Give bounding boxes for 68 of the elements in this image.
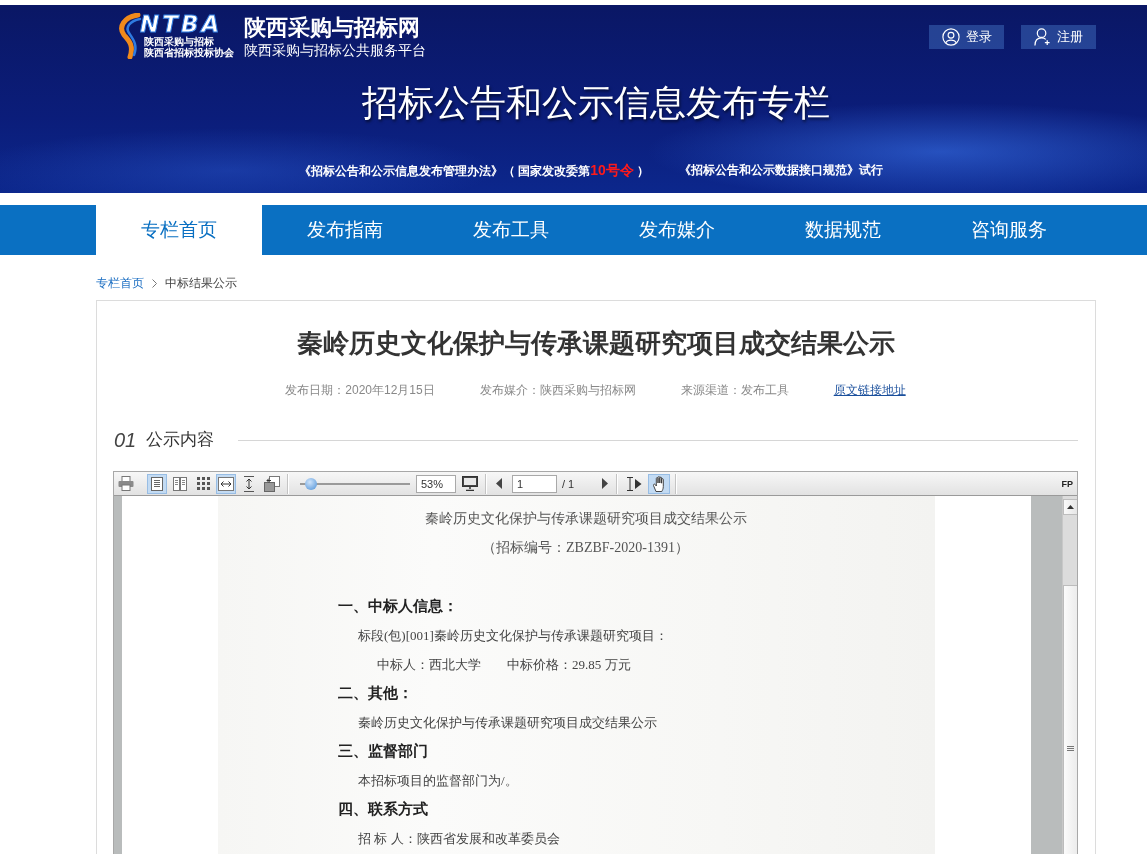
fit-width-button[interactable] [216,473,236,494]
document-heading: 三、监督部门 [337,742,429,761]
document-line: 中标价格：29.85 万元 [507,656,631,674]
document-line: 中标人：西北大学 [377,656,481,674]
viewer-brand: FP [1061,478,1073,489]
meta-text: 发布日期：2020年12月15日 [285,382,435,398]
presentation-button[interactable] [460,473,480,494]
two-page-icon [173,476,187,491]
swoosh-icon [118,13,142,59]
notice-text: 《招标公告和公示信息发布管理办法》（ 国家发改委第10号令 ） [298,161,650,180]
nav-tab[interactable]: 数据规范 [760,205,926,255]
notice-text: 《招标公告和公示数据接口规范》试行 [679,162,884,179]
grip-icon [1067,746,1074,751]
site-subtitle: 陕西采购与招标公共服务平台 [244,41,426,59]
document-heading: 四、联系方式 [337,800,429,819]
breadcrumb-current: 中标结果公示 [165,275,237,291]
register-button[interactable]: 注册 [1021,25,1096,49]
source-link[interactable]: 原文链接地址 [833,382,906,398]
section-title: 公示内容 [146,429,215,451]
single-page-button[interactable] [147,473,167,494]
nav-tab[interactable]: 发布指南 [262,205,428,255]
page-layout-button[interactable] [262,473,282,494]
section-number: 01 [114,428,137,453]
document-line: 秦岭历史文化保护与传承课题研究项目成交结果公示 [357,714,658,732]
document-line: 招 标 人：陕西省发展和改革委员会 [357,830,561,848]
single-page-icon [151,476,163,491]
nav-tab[interactable]: 发布工具 [428,205,594,255]
stacked-pages-icon [264,475,280,492]
document-number: （招标编号：ZBZBF-2020-1391） [481,539,690,557]
nav-tab[interactable]: 发布媒介 [594,205,760,255]
document-heading: 二、其他： [337,684,414,703]
banner-title: 招标公告和公示信息发布专栏 [361,81,831,125]
scrollbar-thumb[interactable] [1063,585,1077,854]
nav-tab[interactable]: 咨询服务 [926,205,1092,255]
text-cursor-icon [626,476,642,491]
page-total: / 1 [562,477,576,490]
print-button[interactable] [116,473,136,494]
site-name: 陕西采购与招标网 [244,15,421,41]
page-number-field[interactable]: 1 [512,474,557,493]
zoom-slider-thumb[interactable] [304,477,317,490]
scroll-up-button[interactable] [1063,499,1077,515]
document-line: 标段(包)[001]秦岭历史文化保护与传承课题研究项目： [357,627,669,645]
document-title: 秦岭历史文化保护与传承课题研究项目成交结果公示 [423,510,748,528]
logo-text: NTBA [140,12,223,36]
grid-icon [196,477,210,490]
up-triangle-icon [1067,505,1074,509]
meta-text: 发布媒介：陕西采购与招标网 [479,382,636,398]
vertical-arrows-icon [243,475,255,492]
logo-caption: 陕西采购与招标 [144,36,214,47]
breadcrumb-link[interactable]: 专栏首页 [96,275,144,291]
document-heading: 一、中标人信息： [337,597,459,616]
hand-tool-button[interactable] [648,473,670,494]
left-triangle-icon [496,478,502,489]
meta-text: 来源渠道：发布工具 [680,382,789,398]
document-line: 本招标项目的监督部门为/。 [357,772,519,790]
monitor-icon [462,476,478,491]
horizontal-arrows-icon [218,476,234,491]
logo-caption: 陕西省招标投标协会 [144,47,234,58]
nav-tab[interactable]: 专栏首页 [96,205,262,255]
hand-icon [651,475,667,492]
article-title: 秦岭历史文化保护与传承课题研究项目成交结果公示 [295,327,896,359]
right-triangle-icon [602,478,608,489]
chevron-icon [152,278,157,288]
login-button[interactable]: 登录 [929,25,1004,49]
printer-icon [118,476,134,491]
user-icon [941,28,960,46]
zoom-field[interactable]: 53% [416,474,456,493]
add-user-icon [1034,28,1051,46]
